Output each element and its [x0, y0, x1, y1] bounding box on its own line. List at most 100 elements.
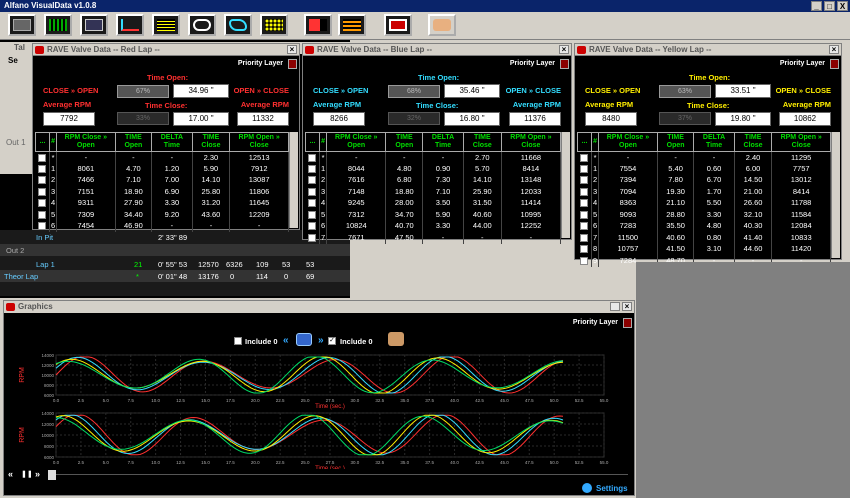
table-row[interactable]: * - - -2.30 12513: [35, 151, 289, 163]
toolbar-laps-button[interactable]: [80, 14, 108, 36]
table-row[interactable]: 2 7394 7.80 6.70 14.50 13012: [577, 174, 831, 186]
row-checkbox[interactable]: [308, 210, 317, 219]
table-row[interactable]: * - - -2.40 11295: [577, 151, 831, 163]
row-checkbox[interactable]: [308, 176, 317, 185]
table-row[interactable]: 1 7554 5.40 0.60 6.00 7757: [577, 163, 831, 175]
priority-layer-icon[interactable]: [560, 59, 569, 69]
toolbar-help-button[interactable]: [428, 14, 456, 36]
row-checkbox[interactable]: [580, 199, 589, 208]
table-row[interactable]: 6 7454 46.90- - -: [35, 220, 289, 232]
nav-prev-button[interactable]: «: [283, 335, 289, 346]
table-row[interactable]: 5 9093 28.80 3.30 32.10 11584: [577, 209, 831, 221]
graphics-close-button[interactable]: ×: [622, 302, 632, 311]
toolbar-map-button[interactable]: [224, 14, 252, 36]
column-header[interactable]: RPM Close » Open: [326, 132, 387, 152]
row-checkbox[interactable]: [308, 222, 317, 231]
row-checkbox[interactable]: [580, 233, 589, 242]
graphics-window[interactable]: Graphics × Priority Layer Include 0 « » …: [3, 300, 635, 496]
table-row[interactable]: 4 8363 21.10 5.50 26.60 11788: [577, 197, 831, 209]
toolbar-bars-button[interactable]: [304, 14, 332, 36]
toolbar-gps-button[interactable]: [260, 14, 288, 36]
column-header[interactable]: DELTA Time: [151, 132, 193, 152]
table-scrollbar[interactable]: [289, 132, 298, 228]
player-pause-button[interactable]: ❚❚: [21, 470, 33, 478]
column-header[interactable]: TIME Open: [385, 132, 424, 152]
toolbar-grid-button[interactable]: [44, 14, 72, 36]
table-row[interactable]: 2 7616 6.80 7.30 14.10 13148: [305, 174, 562, 186]
export-icon[interactable]: [388, 332, 404, 346]
maximize-button[interactable]: □: [824, 1, 835, 11]
player-slider-handle[interactable]: [48, 470, 56, 480]
column-header[interactable]: ...: [35, 132, 50, 152]
table-row[interactable]: 4 9245 28.00 3.50 31.50 11414: [305, 197, 562, 209]
column-header[interactable]: TIME Close: [191, 132, 231, 152]
settings-icon[interactable]: [582, 483, 592, 493]
column-header[interactable]: RPM Close » Open: [56, 132, 116, 152]
column-header[interactable]: RPM Open » Close: [229, 132, 289, 152]
column-header[interactable]: RPM Close » Open: [598, 132, 658, 152]
table-row[interactable]: 7 11500 40.60 0.80 41.40 10833: [577, 232, 831, 244]
minimize-button[interactable]: _: [811, 1, 822, 11]
priority-layer-icon[interactable]: [288, 59, 297, 69]
toolbar-graph-button[interactable]: [116, 14, 144, 36]
column-header[interactable]: #: [318, 132, 328, 152]
include-left-checkbox[interactable]: [234, 337, 242, 345]
column-header[interactable]: #: [48, 132, 58, 152]
table-row[interactable]: 6 10824 40.70 3.30 44.00 12252: [305, 220, 562, 232]
table-scrollbar[interactable]: [831, 132, 840, 258]
table-row[interactable]: * - - -2.70 11668: [305, 151, 562, 163]
row-checkbox[interactable]: [38, 176, 47, 185]
table-row[interactable]: 1 8061 4.70 1.20 5.90 7912: [35, 163, 289, 175]
table-row[interactable]: 1 8044 4.80 0.90 5.70 8414: [305, 163, 562, 175]
row-checkbox[interactable]: [38, 210, 47, 219]
table-row[interactable]: 4 9311 27.90 3.30 31.20 11645: [35, 197, 289, 209]
table-row[interactable]: 3 7151 18.90 6.90 25.80 11806: [35, 186, 289, 198]
player-next-button[interactable]: »: [35, 469, 40, 479]
column-header[interactable]: #: [590, 132, 600, 152]
column-header[interactable]: RPM Open » Close: [771, 132, 831, 152]
row-checkbox[interactable]: [580, 210, 589, 219]
rave-window-red[interactable]: RAVE Valve Data -- Red Lap -- × Priority …: [32, 43, 300, 232]
table-scrollbar[interactable]: [561, 132, 570, 238]
column-header[interactable]: TIME Open: [114, 132, 153, 152]
rave-window-yellow[interactable]: RAVE Valve Data -- Yellow Lap -- × Priori…: [574, 43, 842, 267]
table-row[interactable]: 5 7309 34.40 9.20 43.60 12209: [35, 209, 289, 221]
row-checkbox[interactable]: [308, 164, 317, 173]
column-header[interactable]: RPM Open » Close: [500, 132, 562, 152]
priority-layer-icon[interactable]: [830, 59, 839, 69]
column-header[interactable]: TIME Open: [656, 132, 695, 152]
toolbar-rave-button[interactable]: [384, 14, 412, 36]
player-rewind-button[interactable]: «: [8, 469, 13, 479]
settings-button[interactable]: Settings: [596, 484, 628, 493]
table-row[interactable]: 2 7466 7.10 7.00 14.10 13087: [35, 174, 289, 186]
nav-center-icon[interactable]: [296, 333, 312, 346]
table-row[interactable]: 3 7094 19.30 1.70 21.00 8414: [577, 186, 831, 198]
row-checkbox[interactable]: [580, 187, 589, 196]
column-header[interactable]: ...: [577, 132, 592, 152]
row-checkbox[interactable]: [580, 176, 589, 185]
player-slider-track[interactable]: [56, 474, 628, 475]
include-right-checkbox[interactable]: ✓: [328, 337, 336, 345]
row-checkbox[interactable]: [38, 164, 47, 173]
row-checkbox[interactable]: [308, 187, 317, 196]
close-button[interactable]: X: [837, 1, 848, 11]
priority-layer-icon[interactable]: [623, 318, 632, 328]
table-row[interactable]: 3 7148 18.80 7.10 25.90 12033: [305, 186, 562, 198]
column-header[interactable]: TIME Close: [462, 132, 502, 152]
row-checkbox[interactable]: [38, 153, 47, 162]
row-checkbox[interactable]: [580, 153, 589, 162]
column-header[interactable]: DELTA Time: [422, 132, 464, 152]
table-row[interactable]: 8 10757 41.50 3.10 44.60 11420: [577, 243, 831, 255]
table-row[interactable]: 5 7312 34.70 5.90 40.60 10995: [305, 209, 562, 221]
toolbar-track-button[interactable]: [188, 14, 216, 36]
column-header[interactable]: TIME Close: [733, 132, 773, 152]
row-checkbox[interactable]: [308, 199, 317, 208]
rave-window-blue[interactable]: RAVE Valve Data -- Blue Lap -- × Priority…: [302, 43, 572, 244]
column-header[interactable]: DELTA Time: [693, 132, 735, 152]
rave-window-close-button[interactable]: ×: [559, 45, 569, 54]
toolbar-session-button[interactable]: [8, 14, 36, 36]
nav-next-button[interactable]: »: [318, 335, 324, 346]
row-checkbox[interactable]: [308, 153, 317, 162]
row-checkbox[interactable]: [38, 222, 47, 231]
row-checkbox[interactable]: [580, 245, 589, 254]
